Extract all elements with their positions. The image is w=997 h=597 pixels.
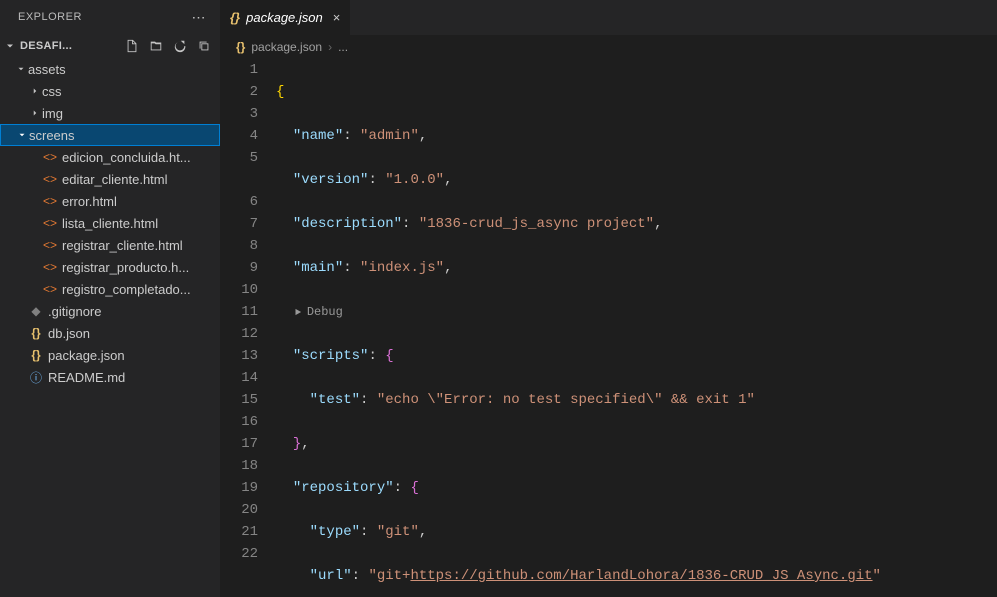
file-editar[interactable]: <> editar_cliente.html	[0, 168, 220, 190]
file-readme[interactable]: ⓘ README.md	[0, 366, 220, 388]
new-folder-icon[interactable]	[148, 38, 164, 54]
json-icon: {}	[236, 40, 245, 54]
more-actions-icon[interactable]: ⋯	[192, 9, 207, 26]
html-icon: <>	[42, 172, 58, 186]
git-icon: ◆	[28, 304, 44, 318]
chevron-right-icon	[28, 108, 42, 118]
workspace-name: DESAFI...	[20, 40, 124, 52]
file-packagejson[interactable]: {} package.json	[0, 344, 220, 366]
folder-img[interactable]: img	[0, 102, 220, 124]
file-registrar-producto[interactable]: <> registrar_producto.h...	[0, 256, 220, 278]
html-icon: <>	[42, 216, 58, 230]
explorer-title: EXPLORER	[18, 11, 192, 23]
file-registro[interactable]: <> registro_completado...	[0, 278, 220, 300]
new-file-icon[interactable]	[124, 38, 140, 54]
code-editor[interactable]: 1 2 3 4 5 6 7 8 9 10 11 12 13 14 15 16 1…	[220, 59, 997, 597]
info-icon: ⓘ	[28, 369, 44, 386]
breadcrumb[interactable]: {} package.json › ...	[220, 35, 997, 59]
folder-screens[interactable]: screens	[0, 124, 220, 146]
folder-assets[interactable]: assets	[0, 58, 220, 80]
html-icon: <>	[42, 238, 58, 252]
chevron-down-icon	[15, 130, 29, 140]
chevron-down-icon	[14, 64, 28, 74]
json-icon: {}	[28, 326, 44, 340]
html-icon: <>	[42, 260, 58, 274]
code-content[interactable]: { "name": "admin", "version": "1.0.0", "…	[276, 59, 997, 597]
explorer-sidebar: EXPLORER ⋯ DESAFI... assets css img sc	[0, 0, 220, 597]
tab-label: package.json	[246, 10, 323, 25]
file-registrar-cliente[interactable]: <> registrar_cliente.html	[0, 234, 220, 256]
chevron-right-icon	[28, 86, 42, 96]
file-gitignore[interactable]: ◆ .gitignore	[0, 300, 220, 322]
editor-main: {} package.json × {} package.json › ... …	[220, 0, 997, 597]
file-edicion[interactable]: <> edicion_concluida.ht...	[0, 146, 220, 168]
file-error[interactable]: <> error.html	[0, 190, 220, 212]
explorer-header: EXPLORER ⋯	[0, 0, 220, 34]
file-tree: assets css img screens <> edicion_conclu…	[0, 58, 220, 388]
json-icon: {}	[230, 10, 240, 25]
workspace-header[interactable]: DESAFI...	[0, 34, 220, 58]
debug-codelens[interactable]: Debug	[293, 301, 343, 323]
html-icon: <>	[42, 282, 58, 296]
chevron-right-icon: ›	[328, 40, 332, 54]
breadcrumb-more: ...	[338, 40, 348, 54]
tab-packagejson[interactable]: {} package.json ×	[220, 0, 351, 35]
file-lista[interactable]: <> lista_cliente.html	[0, 212, 220, 234]
tab-bar: {} package.json ×	[220, 0, 997, 35]
breadcrumb-file: package.json	[251, 40, 322, 54]
folder-css[interactable]: css	[0, 80, 220, 102]
collapse-all-icon[interactable]	[196, 38, 212, 54]
refresh-icon[interactable]	[172, 38, 188, 54]
html-icon: <>	[42, 150, 58, 164]
file-dbjson[interactable]: {} db.json	[0, 322, 220, 344]
json-icon: {}	[28, 348, 44, 362]
html-icon: <>	[42, 194, 58, 208]
close-icon[interactable]: ×	[333, 10, 341, 25]
chevron-down-icon	[4, 40, 18, 52]
line-numbers: 1 2 3 4 5 6 7 8 9 10 11 12 13 14 15 16 1…	[220, 59, 276, 597]
